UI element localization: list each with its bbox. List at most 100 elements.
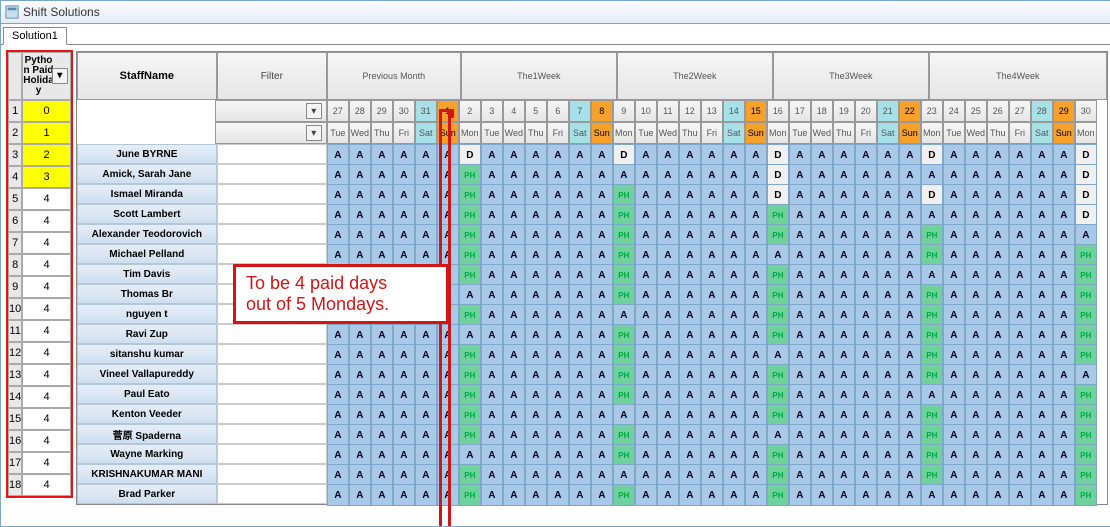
- shift-row[interactable]: June BYRNEAAAAAADAAAAAADAAAAAADAAAAAADAA…: [77, 144, 1107, 164]
- filter-cell[interactable]: [217, 444, 327, 464]
- shift-cell[interactable]: A: [745, 304, 767, 326]
- shift-cell[interactable]: A: [437, 384, 459, 406]
- shift-cell[interactable]: A: [987, 164, 1009, 186]
- shift-cell[interactable]: A: [723, 144, 745, 166]
- shift-cell[interactable]: A: [987, 464, 1009, 486]
- shift-cell[interactable]: A: [657, 384, 679, 406]
- row-index[interactable]: 8: [8, 254, 22, 276]
- shift-cell[interactable]: A: [701, 224, 723, 246]
- shift-cell[interactable]: A: [327, 144, 349, 166]
- shift-cell[interactable]: A: [327, 224, 349, 246]
- python-paid-holiday-value[interactable]: 4: [22, 210, 71, 232]
- filter-dropdown-2[interactable]: ▾: [215, 122, 327, 144]
- day-num-5[interactable]: 5: [525, 100, 547, 122]
- shift-cell[interactable]: A: [811, 144, 833, 166]
- shift-cell[interactable]: A: [1031, 144, 1053, 166]
- staff-name-cell[interactable]: Michael Pelland: [77, 244, 217, 264]
- shift-cell[interactable]: A: [965, 444, 987, 466]
- shift-cell[interactable]: A: [1031, 364, 1053, 386]
- shift-cell[interactable]: A: [877, 224, 899, 246]
- shift-cell[interactable]: A: [591, 204, 613, 226]
- shift-cell[interactable]: A: [811, 224, 833, 246]
- shift-cell[interactable]: A: [349, 164, 371, 186]
- shift-cell[interactable]: PH: [459, 304, 481, 326]
- shift-cell[interactable]: A: [1009, 424, 1031, 446]
- shift-cell[interactable]: A: [525, 184, 547, 206]
- day-num-24[interactable]: 24: [943, 100, 965, 122]
- shift-cell[interactable]: A: [899, 304, 921, 326]
- python-paid-holiday-value[interactable]: 4: [22, 254, 71, 276]
- shift-cell[interactable]: A: [1053, 184, 1075, 206]
- shift-cell[interactable]: A: [349, 244, 371, 266]
- shift-cell[interactable]: A: [987, 184, 1009, 206]
- shift-cell[interactable]: D: [767, 164, 789, 186]
- day-name-Sun[interactable]: Sun: [591, 122, 613, 144]
- staff-name-cell[interactable]: Kenton Veeder: [77, 404, 217, 424]
- shift-cell[interactable]: A: [855, 204, 877, 226]
- shift-cell[interactable]: A: [789, 404, 811, 426]
- shift-cell[interactable]: A: [503, 244, 525, 266]
- shift-cell[interactable]: A: [899, 464, 921, 486]
- shift-cell[interactable]: A: [525, 304, 547, 326]
- shift-cell[interactable]: A: [723, 444, 745, 466]
- shift-cell[interactable]: PH: [613, 484, 635, 506]
- day-name-Wed[interactable]: Wed: [965, 122, 987, 144]
- shift-cell[interactable]: A: [965, 424, 987, 446]
- shift-cell[interactable]: A: [679, 384, 701, 406]
- row-index[interactable]: 18: [8, 474, 22, 496]
- shift-cell[interactable]: A: [745, 384, 767, 406]
- shift-cell[interactable]: A: [503, 184, 525, 206]
- shift-cell[interactable]: A: [481, 364, 503, 386]
- week-group-3[interactable]: The3Week: [773, 52, 929, 100]
- shift-cell[interactable]: A: [459, 444, 481, 466]
- shift-cell[interactable]: A: [569, 404, 591, 426]
- day-num-14[interactable]: 14: [723, 100, 745, 122]
- day-name-Mon[interactable]: Mon: [1075, 122, 1097, 144]
- shift-cell[interactable]: A: [525, 484, 547, 506]
- shift-cell[interactable]: A: [657, 144, 679, 166]
- shift-cell[interactable]: A: [503, 144, 525, 166]
- day-name-Tue[interactable]: Tue: [327, 122, 349, 144]
- shift-cell[interactable]: A: [899, 264, 921, 286]
- shift-cell[interactable]: A: [525, 204, 547, 226]
- shift-cell[interactable]: A: [349, 484, 371, 506]
- staff-name-cell[interactable]: Ismael Miranda: [77, 184, 217, 204]
- shift-cell[interactable]: A: [393, 444, 415, 466]
- shift-cell[interactable]: A: [833, 324, 855, 346]
- shift-cell[interactable]: A: [943, 344, 965, 366]
- shift-cell[interactable]: A: [811, 344, 833, 366]
- shift-cell[interactable]: D: [921, 184, 943, 206]
- shift-cell[interactable]: A: [1009, 364, 1031, 386]
- filter-cell[interactable]: [217, 344, 327, 364]
- shift-cell[interactable]: A: [481, 164, 503, 186]
- day-num-2[interactable]: 2: [459, 100, 481, 122]
- shift-cell[interactable]: PH: [459, 244, 481, 266]
- shift-cell[interactable]: A: [1053, 484, 1075, 506]
- shift-cell[interactable]: A: [569, 324, 591, 346]
- shift-cell[interactable]: PH: [459, 184, 481, 206]
- shift-cell[interactable]: A: [1009, 324, 1031, 346]
- shift-cell[interactable]: A: [569, 264, 591, 286]
- shift-cell[interactable]: A: [1009, 264, 1031, 286]
- shift-cell[interactable]: A: [833, 424, 855, 446]
- day-num-23[interactable]: 23: [921, 100, 943, 122]
- shift-cell[interactable]: A: [569, 144, 591, 166]
- shift-cell[interactable]: A: [701, 384, 723, 406]
- shift-cell[interactable]: A: [745, 364, 767, 386]
- python-paid-holiday-value[interactable]: 0: [22, 100, 71, 122]
- shift-cell[interactable]: A: [679, 364, 701, 386]
- shift-cell[interactable]: A: [437, 204, 459, 226]
- shift-cell[interactable]: A: [855, 324, 877, 346]
- shift-cell[interactable]: A: [811, 164, 833, 186]
- shift-cell[interactable]: A: [569, 444, 591, 466]
- shift-cell[interactable]: A: [349, 444, 371, 466]
- shift-cell[interactable]: A: [525, 404, 547, 426]
- shift-cell[interactable]: PH: [767, 324, 789, 346]
- shift-cell[interactable]: A: [525, 444, 547, 466]
- shift-cell[interactable]: A: [327, 384, 349, 406]
- shift-row[interactable]: Ismael MirandaAAAAAAPHAAAAAAPHAAAAAADAAA…: [77, 184, 1107, 204]
- week-group-4[interactable]: The4Week: [929, 52, 1107, 100]
- filter-cell[interactable]: [217, 324, 327, 344]
- shift-cell[interactable]: A: [657, 284, 679, 306]
- shift-cell[interactable]: A: [657, 244, 679, 266]
